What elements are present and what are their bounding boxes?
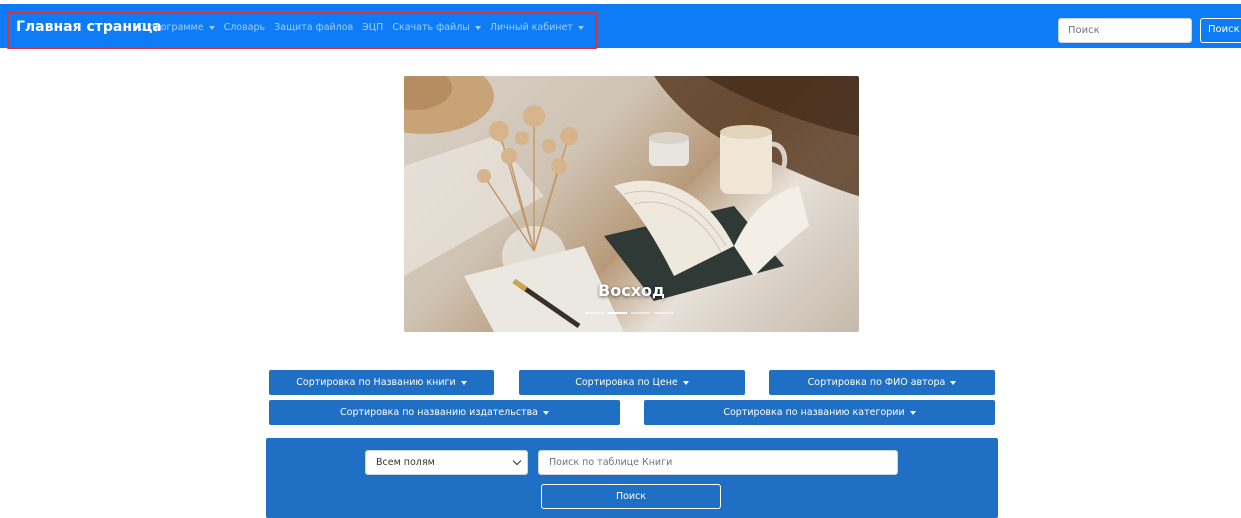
caret-down-icon — [682, 380, 689, 385]
caret-down-icon — [950, 380, 957, 385]
nav-menu: О программе Словарь Защита файлов ЭЦП Ск… — [138, 22, 593, 33]
sort-by-author-button[interactable]: Сортировка по ФИО автора — [769, 370, 995, 395]
caret-down-icon — [577, 25, 584, 30]
caret-down-icon — [474, 25, 481, 30]
carousel-indicator-2[interactable] — [608, 312, 627, 314]
nav-item-download-files[interactable]: Скачать файлы — [392, 22, 481, 33]
nav-item-about[interactable]: О программе — [138, 22, 215, 33]
nav-item-account[interactable]: Личный кабинет — [490, 22, 584, 33]
sort-button-label: Сортировка по Цене — [575, 377, 678, 388]
carousel-indicator-4[interactable] — [654, 312, 673, 314]
nav-search-placeholder: Поиск — [1068, 25, 1100, 36]
sort-button-label: Сортировка по Названию книги — [296, 377, 456, 388]
sort-button-label: Сортировка по названию категории — [723, 407, 905, 418]
carousel-indicator-3[interactable] — [631, 312, 650, 314]
sort-button-label: Сортировка по ФИО автора — [807, 377, 946, 388]
sort-by-category-button[interactable]: Сортировка по названию категории — [644, 400, 995, 425]
nav-item-digital-signature[interactable]: ЭЦП — [362, 22, 383, 33]
select-value: Всем полям — [376, 457, 435, 468]
nav-item-label: Словарь — [223, 22, 266, 33]
table-search-input[interactable]: Поиск по таблице Книги — [538, 450, 898, 475]
sort-by-publisher-button[interactable]: Сортировка по названию издательства — [269, 400, 620, 425]
nav-item-file-protection[interactable]: Защита файлов — [274, 22, 353, 33]
nav-item-label: О программе — [138, 22, 204, 33]
caret-down-icon — [909, 410, 916, 415]
chevron-down-icon — [512, 456, 522, 466]
search-field-select[interactable]: Всем полям — [365, 450, 528, 475]
carousel-indicators — [585, 312, 673, 314]
sort-by-price-button[interactable]: Сортировка по Цене — [519, 370, 745, 395]
nav-search-button[interactable]: Поиск — [1200, 18, 1241, 43]
caret-down-icon — [208, 25, 215, 30]
nav-item-label: Защита файлов — [274, 22, 354, 33]
top-navbar: Главная страница О программе Словарь Защ… — [0, 4, 1241, 49]
nav-item-label: ЭЦП — [362, 22, 384, 33]
caret-down-icon — [460, 380, 467, 385]
nav-item-label: Личный кабинет — [489, 22, 573, 33]
nav-item-label: Скачать файлы — [392, 22, 470, 33]
hero-carousel[interactable]: Восход — [404, 76, 859, 332]
sort-by-title-button[interactable]: Сортировка по Названию книги — [269, 370, 494, 395]
carousel-caption: Восход — [598, 281, 665, 300]
carousel-indicator-1[interactable] — [585, 312, 604, 314]
nav-search-input[interactable]: Поиск — [1058, 18, 1192, 43]
table-search-placeholder: Поиск по таблице Книги — [549, 457, 673, 468]
caret-down-icon — [543, 410, 549, 415]
table-search-button[interactable]: Поиск — [541, 484, 721, 509]
sort-button-label: Сортировка по названию издательства — [340, 407, 538, 418]
nav-item-dictionary[interactable]: Словарь — [224, 22, 266, 33]
